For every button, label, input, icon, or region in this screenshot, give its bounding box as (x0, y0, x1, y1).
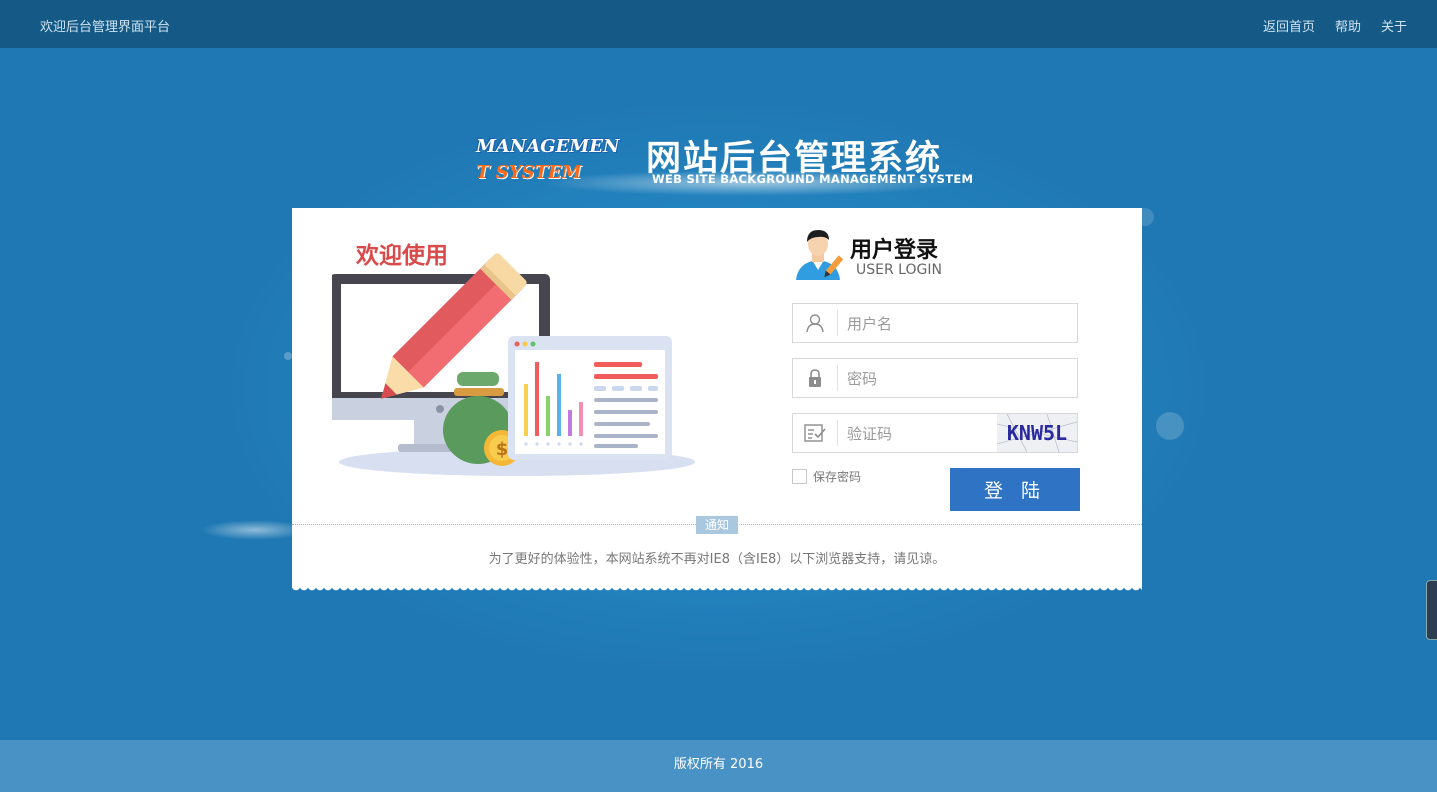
nav-home-link[interactable]: 返回首页 (1263, 16, 1315, 35)
system-logo: MANAGEMEN T SYSTEM 网站后台管理系统 WEB SITE BAC… (476, 130, 973, 200)
dashboard-panel-icon (508, 336, 672, 460)
card-zigzag-edge (292, 586, 1142, 594)
top-bar: 欢迎后台管理界面平台 返回首页 帮助 关于 (0, 0, 1437, 48)
captcha-field: KNW5L (792, 413, 1078, 453)
login-title: 用户登录 (850, 238, 939, 263)
username-field (792, 303, 1078, 343)
footer: 版权所有 2016 (0, 740, 1437, 792)
captcha-text: KNW5L (1006, 421, 1068, 445)
login-subtitle: USER LOGIN (856, 262, 942, 278)
user-avatar-icon (796, 230, 844, 280)
logo-en-line2: T SYSTEM (476, 162, 582, 183)
field-separator (837, 420, 838, 446)
site-brand: 欢迎后台管理界面平台 (40, 20, 171, 35)
captcha-check-icon (793, 414, 837, 452)
captcha-image[interactable]: KNW5L (997, 414, 1077, 452)
remember-password[interactable]: 保存密码 (792, 468, 861, 485)
username-input[interactable] (845, 308, 1029, 340)
password-field (792, 358, 1078, 398)
lock-icon (793, 359, 837, 397)
nav-help-link[interactable]: 帮助 (1335, 16, 1361, 35)
copyright-text: 版权所有 2016 (673, 757, 764, 772)
illustration-image: $ (332, 253, 695, 476)
login-card: 欢迎使用 $ 用户登录 USER LOGIN 用户名 验证码 KNW5L 保存密… (292, 208, 1142, 586)
login-header: 用户登录 USER LOGIN (792, 228, 1092, 288)
bubble-decoration (1156, 412, 1184, 440)
field-separator (837, 365, 838, 391)
side-widget[interactable] (1426, 580, 1437, 640)
password-input[interactable] (845, 363, 1029, 395)
remember-label: 保存密码 (813, 470, 862, 484)
svg-text:$: $ (496, 439, 509, 460)
logo-subtitle: WEB SITE BACKGROUND MANAGEMENT SYSTEM (652, 172, 974, 186)
logo-en-line1: MANAGEMEN (476, 136, 620, 157)
bubble-decoration (284, 352, 292, 360)
field-separator (837, 310, 838, 336)
nav-about-link[interactable]: 关于 (1381, 16, 1407, 35)
top-nav: 返回首页 帮助 关于 (1263, 16, 1407, 35)
remember-checkbox[interactable] (792, 469, 807, 484)
user-icon (793, 304, 837, 342)
notice-tag: 通知 (696, 516, 738, 534)
notice-text: 为了更好的体验性，本网站系统不再对IE8（含IE8）以下浏览器支持，请见谅。 (488, 552, 946, 567)
login-button[interactable]: 登 陆 (950, 468, 1080, 511)
